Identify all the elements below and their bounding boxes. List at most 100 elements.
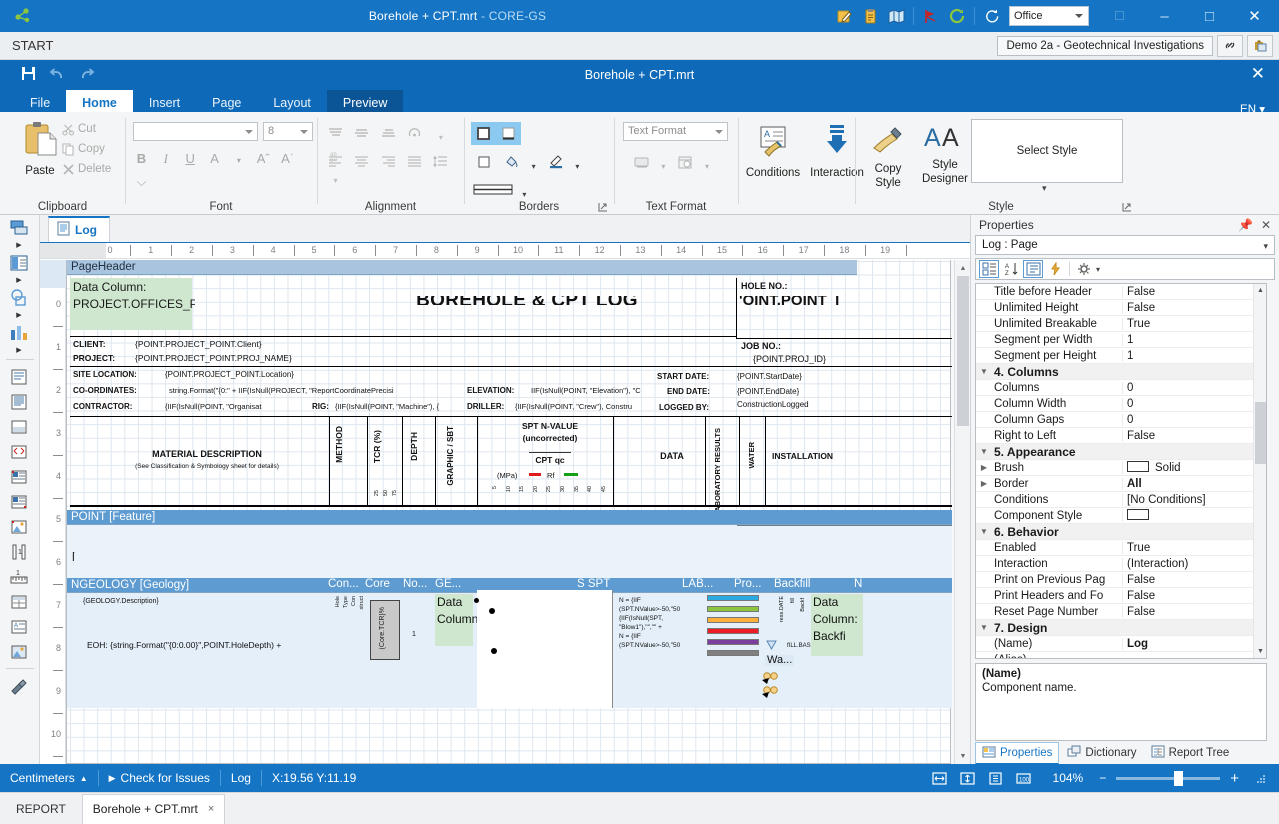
tab-dictionary[interactable]: Dictionary xyxy=(1061,743,1142,763)
zoom-in-button[interactable]: + xyxy=(1230,764,1245,792)
select-style-box[interactable]: Select Style xyxy=(971,119,1123,183)
project-value[interactable]: {POINT.PROJECT_POINT.PROJ_NAME} xyxy=(135,354,292,363)
table-tool-icon[interactable] xyxy=(0,589,38,614)
copy-button[interactable]: Copy xyxy=(58,139,111,159)
label-tool-icon[interactable]: A xyxy=(0,614,38,639)
property-row[interactable]: Right to Left False xyxy=(976,428,1253,444)
client-value[interactable]: {POINT.PROJECT_POINT.Client} xyxy=(135,340,262,349)
chevron-down-icon[interactable]: ▾ xyxy=(429,128,452,147)
current-page-label[interactable]: Log xyxy=(221,764,261,792)
property-row[interactable]: Unlimited Height False xyxy=(976,300,1253,316)
edit-report-icon[interactable] xyxy=(831,3,857,29)
style-gallery-more-icon[interactable]: ▾ xyxy=(1042,183,1047,194)
pin-icon[interactable]: 📌 xyxy=(1238,218,1253,232)
map-icon[interactable] xyxy=(883,3,909,29)
clone-tool-icon[interactable] xyxy=(0,439,38,464)
contractor-value[interactable]: {IIF(IsNull(POINT, "Organisat xyxy=(165,402,300,411)
check-for-issues-button[interactable]: ▶ Check for Issues xyxy=(99,764,220,792)
scroll-down-icon[interactable]: ▼ xyxy=(955,748,971,764)
property-value[interactable]: False xyxy=(1122,589,1253,602)
picture-tool-icon[interactable] xyxy=(0,639,38,664)
canvas-vertical-scrollbar[interactable]: ▲ ▼ xyxy=(954,260,970,764)
geo-col-core[interactable]: Core xyxy=(365,578,403,593)
chevron-down-icon[interactable]: ▾ xyxy=(528,155,540,178)
bold-button[interactable]: B xyxy=(131,148,152,169)
property-row[interactable]: Reset Page Number False xyxy=(976,604,1253,620)
property-row[interactable]: Component Style xyxy=(976,508,1253,524)
zoom-slider[interactable] xyxy=(1116,770,1221,786)
property-row[interactable]: ▶ Border All xyxy=(976,476,1253,492)
collapse-icon[interactable]: ▼ xyxy=(976,447,992,456)
property-row[interactable]: Segment per Height 1 xyxy=(976,348,1253,364)
property-value[interactable]: 0 xyxy=(1122,413,1253,426)
expand-icon[interactable]: ▶ xyxy=(976,479,992,488)
style-designer-button[interactable]: AA Style Designer xyxy=(914,122,976,185)
align-top-icon[interactable] xyxy=(324,124,347,143)
property-value[interactable]: Solid xyxy=(1122,461,1253,474)
lab-color-bar[interactable] xyxy=(707,595,759,601)
property-row[interactable]: Columns 0 xyxy=(976,380,1253,396)
property-row[interactable]: ▶ Brush Solid xyxy=(976,460,1253,476)
format-currency-icon[interactable] xyxy=(629,150,654,173)
minimize-icon[interactable]: – xyxy=(1142,0,1187,32)
textbox-tool-icon[interactable] xyxy=(0,464,38,489)
briefcase-icon[interactable] xyxy=(1247,34,1273,57)
spt-expr-block[interactable]: N = {IIF (SPT.NValue>-50,"50 {IIF(IsNull(S… xyxy=(619,596,707,650)
units-selector[interactable]: Centimeters ▲ xyxy=(0,764,98,792)
actual-size-icon[interactable]: 100 xyxy=(1011,767,1037,789)
project-selector[interactable]: Demo 2a - Geotechnical Investigations xyxy=(997,35,1213,56)
coordinates-value[interactable]: string.Format("{0:" + IIF(IsNull(PROJECT… xyxy=(169,386,469,395)
site-location-value[interactable]: {POINT.PROJECT_POINT.Location} xyxy=(165,370,294,379)
fill-color-icon[interactable] xyxy=(499,150,524,173)
geo-col-no[interactable]: No... xyxy=(403,578,435,593)
report-design-surface[interactable]: PageHeader Data Column: PROJECT.OFFICES_… xyxy=(67,260,952,763)
bands-expand-icon[interactable]: ▶ xyxy=(0,240,38,250)
property-row[interactable]: Column Width 0 xyxy=(976,396,1253,412)
run-icon[interactable] xyxy=(918,3,944,29)
color-swatch[interactable] xyxy=(1127,461,1149,472)
fit-height-icon[interactable] xyxy=(955,767,981,789)
property-category-row[interactable]: ▼ 6. Behavior xyxy=(976,524,1253,540)
categorized-icon[interactable] xyxy=(979,260,999,278)
expand-icon[interactable]: ▶ xyxy=(976,463,992,472)
collapse-icon[interactable]: ▼ xyxy=(976,623,992,632)
property-value[interactable]: 1 xyxy=(1122,349,1253,362)
align-bottom-icon[interactable] xyxy=(377,124,400,143)
property-value[interactable] xyxy=(1122,509,1253,522)
text-tool-icon[interactable] xyxy=(0,364,38,389)
borders-dialog-launcher[interactable] xyxy=(598,201,608,212)
lab-color-bar[interactable] xyxy=(707,639,759,645)
border-color-icon[interactable] xyxy=(543,150,568,173)
report-main-title[interactable]: BOREHOLE & CPT LOG xyxy=(367,296,687,305)
properties-grid[interactable]: Title before Header False Unlimited Height… xyxy=(975,283,1267,659)
clipboard-icon[interactable] xyxy=(857,3,883,29)
align-middle-icon[interactable] xyxy=(350,124,373,143)
scroll-down-icon[interactable]: ▼ xyxy=(1254,645,1266,658)
property-value[interactable]: 1 xyxy=(1122,333,1253,346)
save-icon[interactable] xyxy=(20,65,37,85)
geo-col-construction[interactable]: Con... xyxy=(325,578,365,593)
laboratory-color-legend[interactable] xyxy=(707,595,759,661)
hole-no-value[interactable]: 'OINT.POINT_I xyxy=(739,296,839,305)
conditions-button[interactable]: A Conditions xyxy=(745,122,801,179)
resize-grip-icon[interactable] xyxy=(1247,767,1273,789)
point-band-body[interactable] xyxy=(67,525,952,578)
align-center-icon[interactable] xyxy=(350,152,373,171)
image-tool-icon[interactable] xyxy=(0,514,38,539)
designer-close-icon[interactable]: ✕ xyxy=(1251,64,1265,84)
water-label[interactable]: Wa... xyxy=(765,655,795,666)
textbox2-tool-icon[interactable] xyxy=(0,489,38,514)
settings-icon[interactable] xyxy=(1074,260,1094,278)
geology-description-expr[interactable]: {GEOLOGY.Description} xyxy=(83,597,159,606)
close-icon[interactable]: × xyxy=(208,803,214,815)
band-page-header[interactable]: PageHeader xyxy=(67,260,857,275)
ruler-tool-icon[interactable]: 1 xyxy=(0,539,38,564)
property-category-row[interactable]: ▼ 4. Columns xyxy=(976,364,1253,380)
lab-color-bar[interactable] xyxy=(707,617,759,623)
property-row[interactable]: (Alias) xyxy=(976,652,1253,659)
link-icon[interactable] xyxy=(1217,34,1243,57)
band-point-feature[interactable]: POINT [Feature] xyxy=(67,510,952,525)
property-row[interactable]: Unlimited Breakable True xyxy=(976,316,1253,332)
rig-value[interactable]: {IIF(IsNull(POINT, "Machine"), { xyxy=(335,402,460,411)
report-page[interactable]: PageHeader Data Column: PROJECT.OFFICES_… xyxy=(66,260,952,764)
